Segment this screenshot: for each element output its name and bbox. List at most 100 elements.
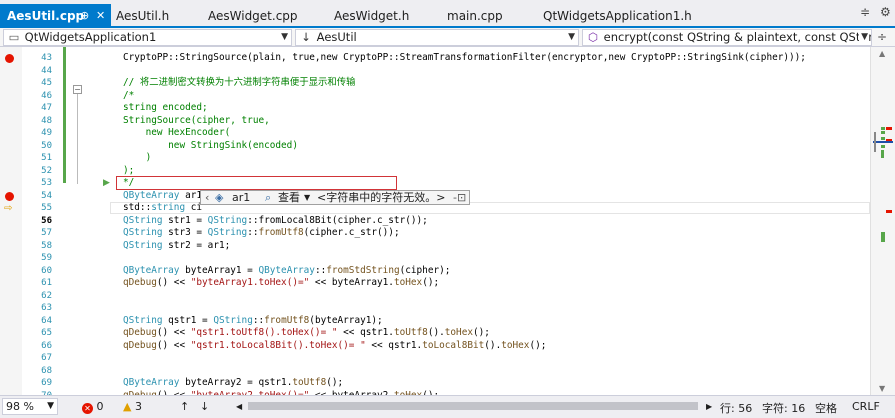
line-number: 63 [41,303,52,313]
editor-status-bar: 98 % ▼ ✕ 0 ▲ 3 ↑ ↓ ◀ ▶ 行: 56 字符: 16 空格 C… [0,395,895,418]
error-icon: ✕ [82,403,93,414]
change-marker [881,127,885,130]
previous-issue-icon[interactable]: ↑ [180,400,189,413]
instruction-pointer-icon[interactable]: ⇨ [4,204,13,214]
code-line[interactable]: 53 */ [0,177,870,190]
code-token: QString [123,214,163,226]
code-line[interactable]: 48 StringSource(cipher, true, [0,115,870,128]
tab-list-dropdown-icon[interactable]: ≑ [860,5,870,19]
warning-count[interactable]: ▲ 3 [123,400,142,413]
tab-aeswidget-h[interactable]: AesWidget.h [326,6,409,26]
code-token: (); [422,277,440,288]
warning-count-value: 3 [134,400,142,413]
settings-gear-icon[interactable]: ⚙ [880,5,891,19]
debugger-datatip[interactable]: ‹ ◈ ar1 ⌕ 查看 ▼ <字符串中的字符无效。> -⊡ [200,190,470,205]
code-text: */ [123,177,134,190]
code-line[interactable]: 56 QString str1 = QString::fromLocal8Bit(… [0,215,870,228]
code-line[interactable]: 49 new HexEncoder( [0,127,870,140]
code-token: fromStdString [326,264,400,276]
code-line[interactable]: 68 [0,365,870,378]
code-line[interactable]: 59 [0,252,870,265]
code-line[interactable]: 45 // 将二进制密文转换为十六进制字符串便于显示和传输 [0,77,870,90]
code-line[interactable]: 43 CryptoPP::StringSource(plain, true,new… [0,52,870,65]
code-token: toHex [393,277,423,288]
code-token: std:: [123,202,152,213]
pin-datatip-icon[interactable]: ‹ [205,191,209,204]
scroll-thumb[interactable] [874,132,876,152]
project-icon: ▭ [8,30,20,44]
code-text: qDebug() << "qstr1.toUtf8().toHex()= " <… [123,327,490,340]
horizontal-scroll-thumb[interactable] [248,402,698,410]
scroll-left-icon[interactable]: ◀ [236,402,242,411]
code-text: QByteArray byteArray2 = qstr1.toUtf8(); [123,377,343,390]
code-line[interactable]: 69 QByteArray byteArray2 = qstr1.toUtf8()… [0,377,870,390]
whitespace-mode[interactable]: 空格 [815,400,837,416]
line-number: 43 [41,53,52,63]
code-token: str3 = [162,227,208,238]
code-text: new StringSink(encoded) [123,140,298,153]
code-line[interactable]: 44 [0,65,870,78]
code-token: // 将二进制密文转换为十六进制字符串便于显示和传输 [123,77,356,88]
member-dropdown[interactable]: ⬡ encrypt(const QString & plaintext, con… [582,29,872,46]
project-dropdown[interactable]: ▭ QtWidgetsApplication1 ▼ [3,29,292,46]
code-token: QByteArray [123,264,180,276]
line-ending-mode[interactable]: CRLF [852,400,880,413]
code-line[interactable]: 46 /* [0,90,870,103]
zoom-level-dropdown[interactable]: 98 % ▼ [2,398,58,415]
code-token: toUtf8 [292,377,327,388]
close-icon[interactable]: ✕ [96,4,105,28]
code-line[interactable]: 67 [0,352,870,365]
line-number: 62 [41,290,52,301]
code-line[interactable]: 57 QString str3 = QString::fromUtf8(ciphe… [0,227,870,240]
vertical-scrollbar[interactable]: ▲ ▼ [870,47,895,395]
column-indicator[interactable]: 字符: 16 [762,400,805,416]
code-line[interactable]: 60 QByteArray byteArray1 = QByteArray::fr… [0,265,870,278]
next-issue-icon[interactable]: ↓ [200,400,209,413]
breakpoint-icon[interactable] [5,191,14,201]
code-token: () << [156,277,191,288]
code-text: ) [123,152,152,165]
pin-icon[interactable]: ⊕ [80,4,89,28]
error-count-value: 0 [96,400,104,413]
code-line[interactable]: 65 qDebug() << "qstr1.toUtf8().toHex()= "… [0,327,870,340]
split-window-icon[interactable]: ÷ [877,30,887,44]
scope-dropdown[interactable]: ↓ AesUtil ▼ [295,29,579,46]
line-number: 60 [41,265,52,276]
tab-qtwidgetsapplication1-h[interactable]: QtWidgetsApplication1.h [535,6,692,26]
code-line[interactable]: 64 QString qstr1 = QString::fromUtf8(byte… [0,315,870,328]
code-editor[interactable]: − ▶ 43 CryptoPP::StringSource(plain, true… [0,47,895,395]
scroll-right-icon[interactable]: ▶ [706,402,712,411]
code-line[interactable]: 52); [0,165,870,178]
tab-label: AesWidget.cpp [208,9,298,23]
code-line[interactable]: 63 [0,302,870,315]
code-line[interactable]: 66 qDebug() << "qstr1.toLocal8Bit().toHex… [0,340,870,353]
magnifier-icon[interactable]: ⌕ [265,191,271,204]
code-token: fromUtf8 [264,314,310,326]
error-count[interactable]: ✕ 0 [82,400,104,414]
scroll-up-icon[interactable]: ▲ [879,49,885,58]
tab-aesutil-h[interactable]: AesUtil.h [108,6,169,26]
code-line[interactable]: 62 [0,290,870,303]
scope-dropdown-value: AesUtil [316,30,357,44]
datatip-view-button[interactable]: 查看 [278,191,300,204]
breakpoint-icon[interactable] [5,54,14,63]
pin-icon[interactable]: -⊡ [453,191,466,204]
document-tab-strip: AesUtil.cpp ⊕ ✕ AesUtil.h AesWidget.cpp … [0,0,895,28]
tab-main-cpp[interactable]: main.cpp [439,6,503,26]
line-number-indicator[interactable]: 行: 56 [720,400,752,416]
line-number: 45 [41,78,52,88]
code-token: new StringSink(encoded) [123,139,298,151]
code-token: string [151,202,186,213]
scroll-down-icon[interactable]: ▼ [879,384,885,393]
tab-aeswidget-cpp[interactable]: AesWidget.cpp [200,6,298,26]
code-line[interactable]: 58 QString str2 = ar1; [0,240,870,253]
code-token: QByteArray [123,377,180,388]
code-line[interactable]: 61 qDebug() << "byteArray1.toHex()=" << b… [0,277,870,290]
code-token: toHex [444,327,473,338]
code-line[interactable]: 51 ) [0,152,870,165]
chevron-down-icon[interactable]: ▼ [304,191,310,204]
code-token: ::fromLocal8Bit(cipher.c_str()); [247,214,428,226]
code-line[interactable]: 47 string encoded; [0,102,870,115]
tab-aesutil-cpp[interactable]: AesUtil.cpp ⊕ ✕ [0,4,111,28]
code-line[interactable]: 50 new StringSink(encoded) [0,140,870,153]
